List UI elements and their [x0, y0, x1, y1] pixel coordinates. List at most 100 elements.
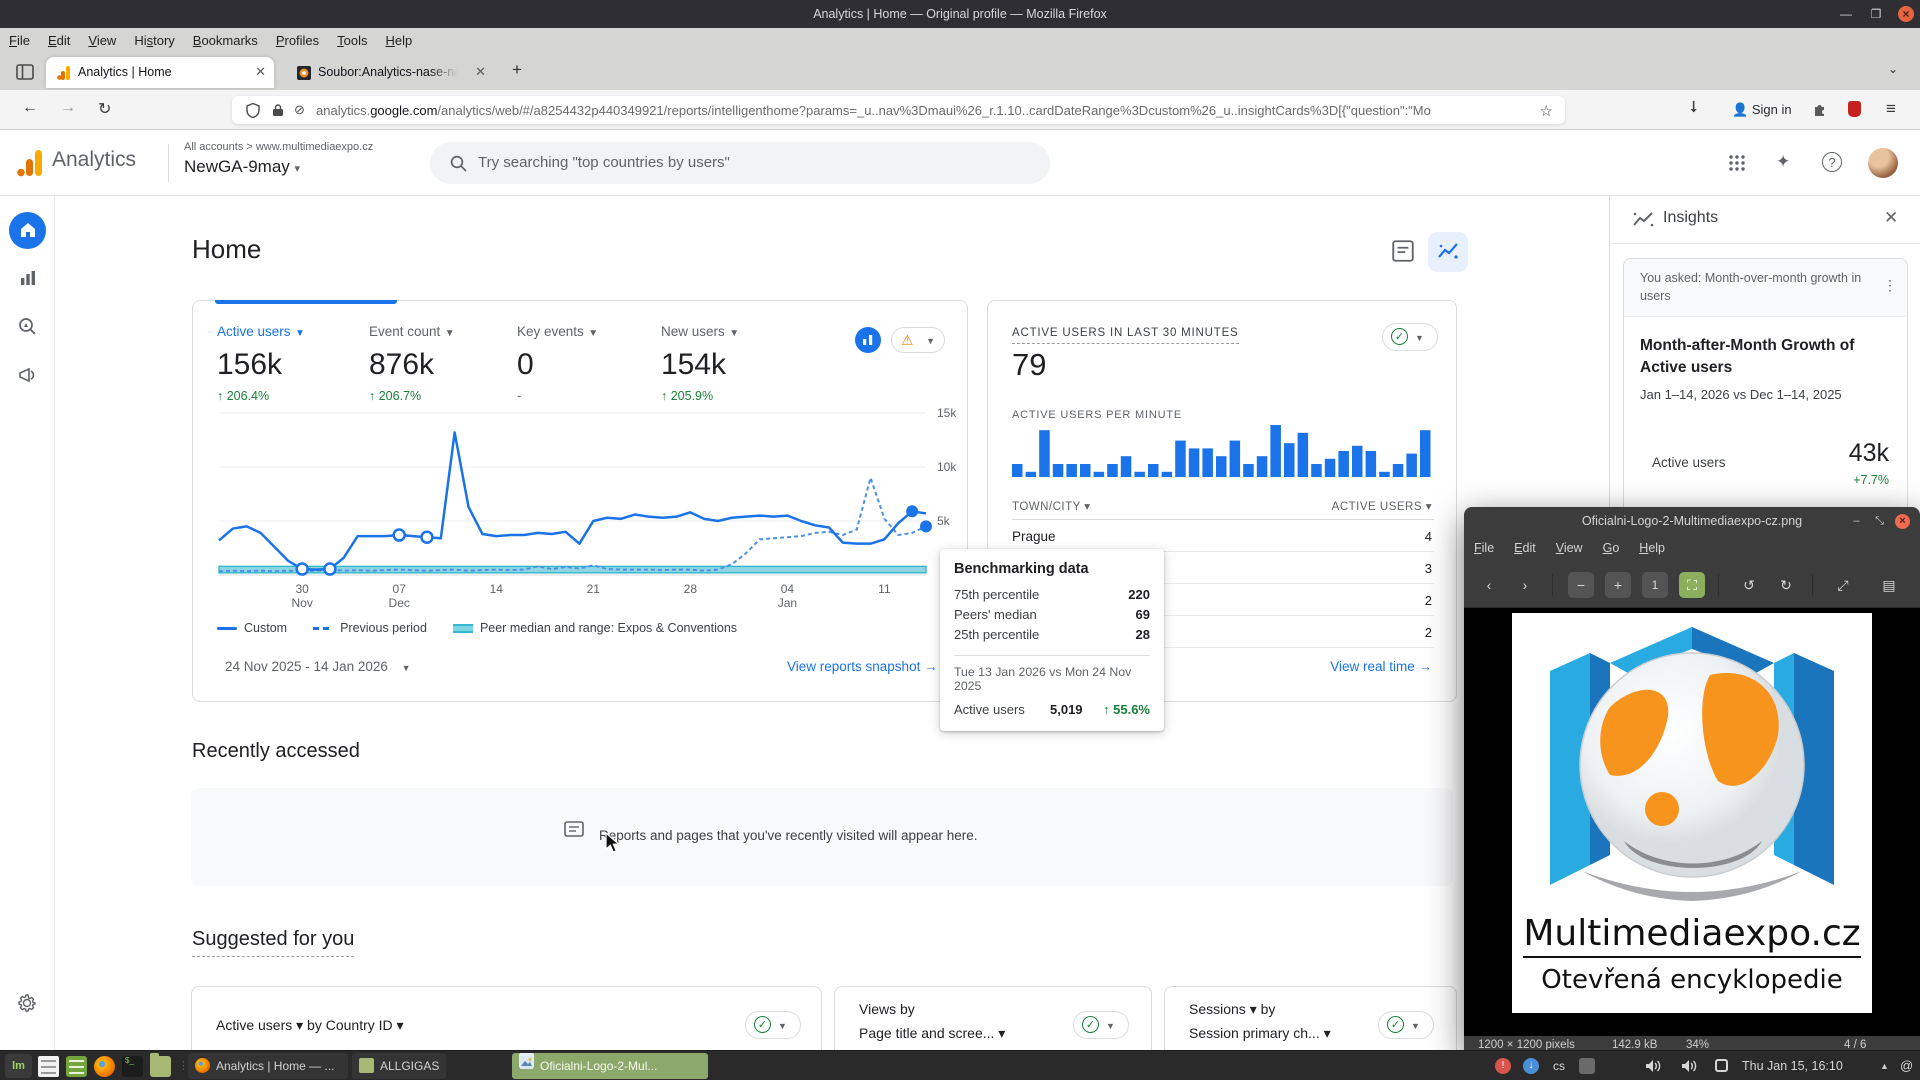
- metric-active-users[interactable]: Active users ▼ 156k ↑ 206.4%: [217, 323, 305, 403]
- active-users-line-chart[interactable]: 15k10k5k30Nov07Dec14212804Jan11: [193, 401, 969, 613]
- image-viewer-window[interactable]: Oficialni-Logo-2-Multimediaexpo-cz.png –…: [1464, 507, 1920, 1050]
- sidebar-item-home[interactable]: [9, 212, 46, 249]
- settings-gear-icon[interactable]: [16, 992, 38, 1014]
- metric-key-events[interactable]: Key events ▼ 0 -: [517, 323, 598, 403]
- new-tab-button[interactable]: +: [512, 60, 522, 80]
- tray-expand-icon[interactable]: ▲: [1880, 1061, 1889, 1071]
- maximize-button[interactable]: ❐: [1868, 6, 1884, 22]
- minimize-button[interactable]: —: [1838, 6, 1854, 22]
- reload-button[interactable]: ↻: [98, 99, 111, 119]
- town-city-header[interactable]: TOWN/CITY ▾: [1012, 499, 1091, 513]
- extension-icon[interactable]: [1812, 101, 1828, 117]
- viewer-menu-help[interactable]: Help: [1629, 536, 1675, 560]
- menu-file[interactable]: File: [0, 28, 39, 53]
- tray-at-icon[interactable]: @: [1900, 1058, 1913, 1073]
- view-reports-snapshot-link[interactable]: View reports snapshot →: [787, 659, 938, 674]
- menu-edit[interactable]: Edit: [39, 28, 79, 53]
- menu-tools[interactable]: Tools: [328, 28, 376, 53]
- normal-size-button[interactable]: 1: [1642, 572, 1668, 598]
- apps-grid-icon[interactable]: [1728, 154, 1746, 172]
- assistant-sparkle-icon[interactable]: ✦: [1776, 152, 1790, 172]
- menu-history[interactable]: History: [125, 28, 183, 53]
- breadcrumb[interactable]: All accounts > www.multimediaexpo.cz: [184, 141, 373, 153]
- forward-button[interactable]: →: [60, 99, 76, 117]
- adblock-extension-icon[interactable]: [1848, 101, 1861, 117]
- zoom-out-button[interactable]: −: [1568, 572, 1594, 598]
- sidebar-item-explore[interactable]: [9, 308, 46, 345]
- customize-report-icon[interactable]: [1390, 238, 1416, 264]
- launcher-text-editor-icon[interactable]: [66, 1056, 87, 1077]
- kebab-menu-icon[interactable]: ⋮: [1883, 277, 1897, 294]
- tray-download-icon[interactable]: ↓: [1523, 1058, 1539, 1074]
- help-icon[interactable]: ?: [1822, 152, 1842, 172]
- taskbar-window-allgigas[interactable]: ALLGIGAS: [352, 1053, 446, 1079]
- permissions-icon[interactable]: ⊘: [294, 102, 305, 118]
- zoom-in-button[interactable]: +: [1605, 572, 1631, 598]
- back-button[interactable]: ←: [22, 99, 38, 117]
- tab-close-icon[interactable]: ✕: [255, 64, 266, 80]
- viewer-titlebar[interactable]: Oficialni-Logo-2-Multimediaexpo-cz.png –…: [1464, 507, 1920, 536]
- maximize-button[interactable]: ⤡: [1872, 514, 1887, 529]
- best-fit-button[interactable]: ⛶: [1679, 572, 1705, 598]
- tray-language-indicator[interactable]: cs: [1551, 1058, 1567, 1074]
- gallery-button[interactable]: ▤: [1876, 572, 1902, 598]
- url-bar[interactable]: ⊘ analytics.google.com/analytics/web/#/a…: [232, 96, 1565, 124]
- insight-card[interactable]: You asked: Month-over-month growth in us…: [1623, 258, 1908, 526]
- close-icon[interactable]: ✕: [1884, 208, 1898, 228]
- menu-profiles[interactable]: Profiles: [267, 28, 328, 53]
- ga-product-name[interactable]: Analytics: [52, 148, 136, 172]
- tab-soubor[interactable]: Soubor:Analytics-nase-navst ✕: [286, 57, 494, 88]
- data-quality-pill[interactable]: ⚠ ▼: [891, 327, 945, 353]
- suggested-card-views-by-page-title[interactable]: Views by Page title and scree... ▾ ✓▼: [834, 986, 1152, 1056]
- fullscreen-button[interactable]: ⤢: [1830, 572, 1856, 598]
- close-button[interactable]: ×: [1895, 514, 1910, 529]
- close-button[interactable]: ×: [1898, 6, 1914, 22]
- menu-help[interactable]: Help: [377, 28, 422, 53]
- realtime-status-pill[interactable]: ✓▼: [1382, 323, 1438, 351]
- per-minute-bar-chart[interactable]: [1012, 423, 1434, 477]
- launcher-terminal-icon[interactable]: $_: [122, 1056, 143, 1077]
- signin-button[interactable]: 👤 Sign in: [1722, 97, 1802, 123]
- rotate-right-button[interactable]: ↻: [1773, 572, 1799, 598]
- benchmarking-badge-icon[interactable]: [855, 327, 881, 353]
- menu-view[interactable]: View: [79, 28, 125, 53]
- suggested-card-sessions-by-channel[interactable]: Sessions ▾ by Session primary ch... ▾ ✓▼: [1164, 986, 1457, 1056]
- suggested-card-active-users-by-country[interactable]: Active users ▾ by Country ID ▾ ✓▼: [191, 986, 822, 1056]
- shield-icon[interactable]: [246, 103, 260, 118]
- downloads-icon[interactable]: ⭣: [1690, 99, 1698, 117]
- metric-event-count[interactable]: Event count ▼ 876k ↑ 206.7%: [369, 323, 455, 403]
- tab-analytics-home[interactable]: Analytics | Home ✕: [46, 57, 274, 88]
- sidebar-toggle-icon[interactable]: [16, 63, 34, 81]
- avatar[interactable]: [1868, 148, 1898, 178]
- tray-volume-icon[interactable]: [1645, 1058, 1662, 1074]
- next-image-button[interactable]: ›: [1512, 572, 1538, 598]
- lock-icon[interactable]: [272, 104, 284, 117]
- viewer-menu-view[interactable]: View: [1546, 536, 1593, 560]
- taskbar-clock[interactable]: Thu Jan 15, 16:10: [1742, 1059, 1843, 1073]
- launcher-document-icon[interactable]: [38, 1056, 59, 1077]
- viewer-menu-file[interactable]: File: [1464, 536, 1504, 560]
- launcher-files-icon[interactable]: [150, 1056, 171, 1077]
- rotate-left-button[interactable]: ↺: [1736, 572, 1762, 598]
- mint-menu-button[interactable]: lm: [5, 1054, 32, 1078]
- card-status-pill[interactable]: ✓▼: [745, 1011, 801, 1039]
- minimize-button[interactable]: –: [1849, 514, 1864, 529]
- tray-shield-icon[interactable]: [1579, 1058, 1595, 1074]
- list-all-tabs-icon[interactable]: ⌄: [1888, 62, 1898, 76]
- sidebar-item-advertising[interactable]: [9, 356, 46, 393]
- search-bar[interactable]: Try searching "top countries by users": [430, 142, 1050, 184]
- property-selector[interactable]: NewGA-9may ▾: [184, 157, 300, 177]
- viewer-menu-edit[interactable]: Edit: [1504, 536, 1546, 560]
- date-range-selector[interactable]: 24 Nov 2025 - 14 Jan 2026 ▼: [225, 659, 411, 674]
- tray-update-icon[interactable]: !: [1495, 1058, 1511, 1074]
- taskbar-window-image-active[interactable]: Oficialni-Logo-2-Mul...: [512, 1053, 708, 1079]
- bookmark-star-icon[interactable]: ☆: [1540, 102, 1553, 120]
- card-status-pill[interactable]: ✓▼: [1378, 1011, 1434, 1039]
- insights-toggle-button[interactable]: [1428, 232, 1468, 272]
- previous-image-button[interactable]: ‹: [1476, 572, 1502, 598]
- taskbar-window-analytics[interactable]: Analytics | Home — ...: [188, 1053, 348, 1079]
- viewer-menu-go[interactable]: Go: [1593, 536, 1630, 560]
- realtime-title[interactable]: ACTIVE USERS IN LAST 30 MINUTES: [1012, 327, 1239, 344]
- card-status-pill[interactable]: ✓▼: [1073, 1011, 1129, 1039]
- tray-media-volume-icon[interactable]: [1681, 1058, 1698, 1074]
